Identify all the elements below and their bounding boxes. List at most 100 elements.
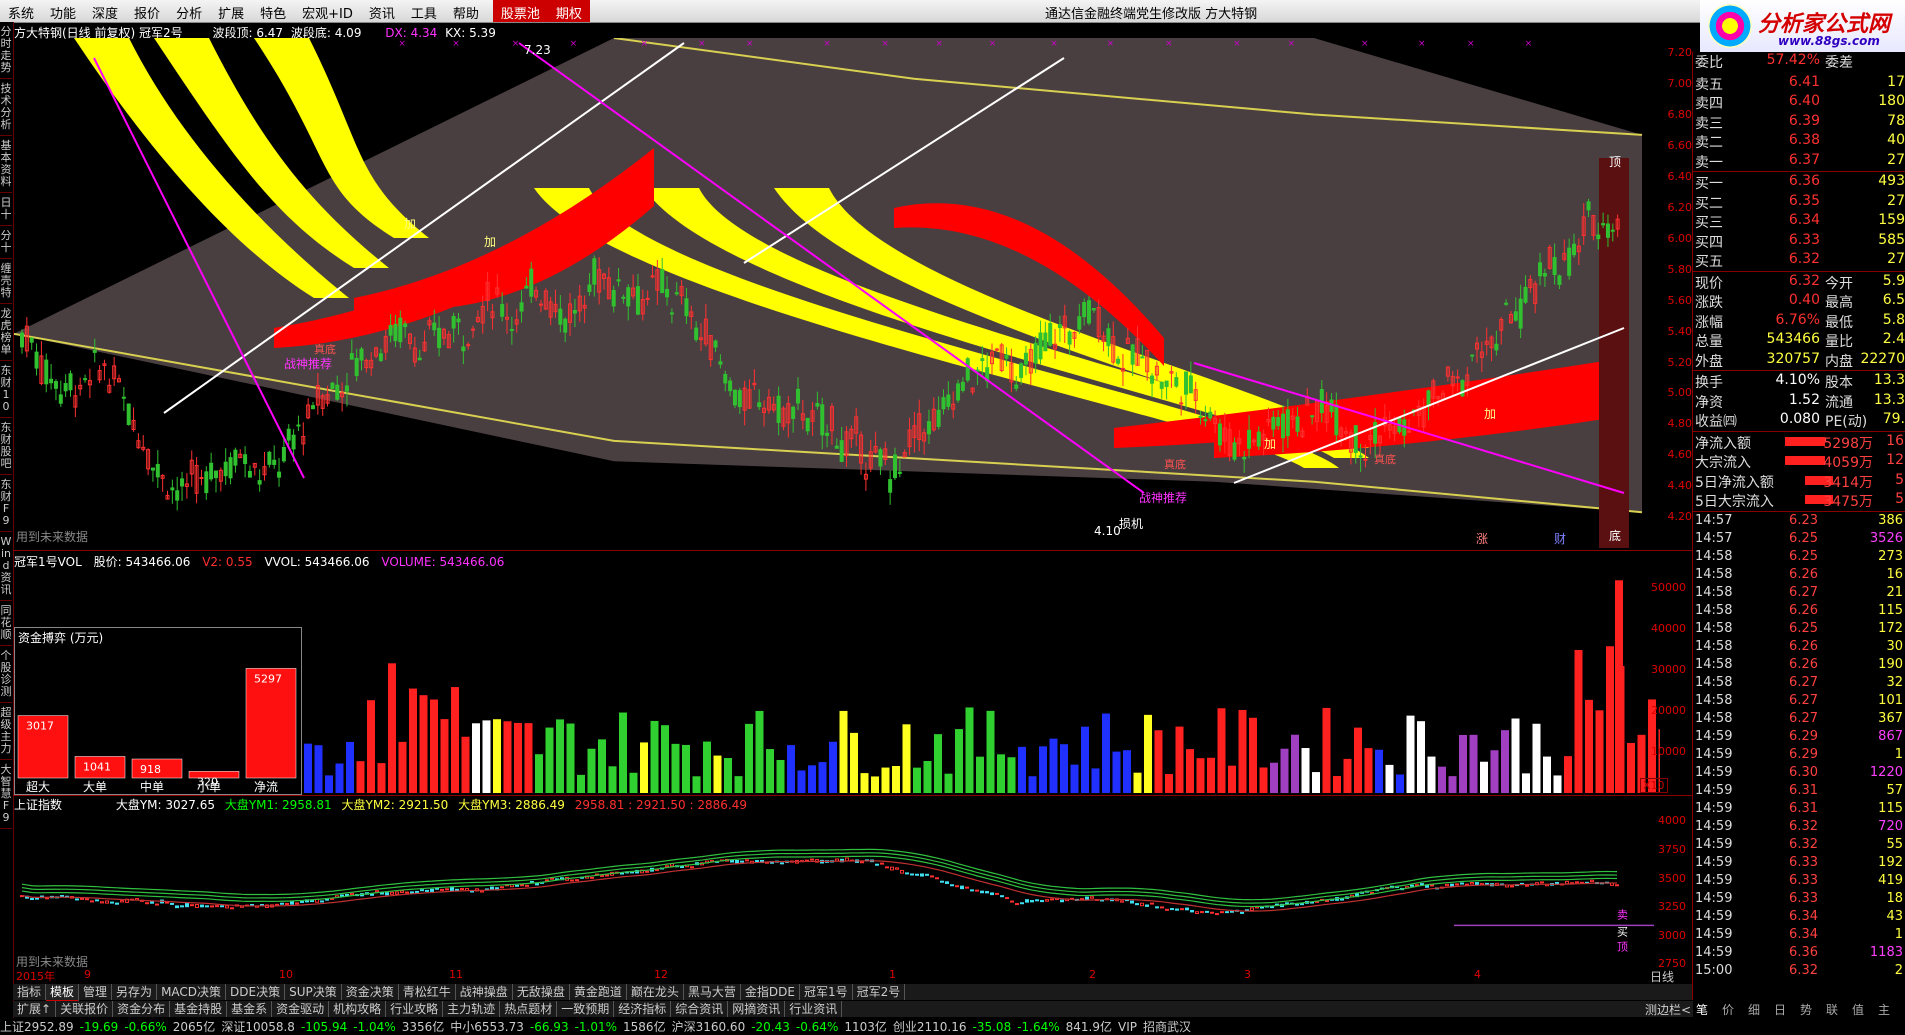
left-tab-12[interactable]: 个股诊测 [0, 646, 12, 703]
extension-tab-1[interactable]: 关联报价 [56, 1001, 114, 1017]
left-tab-1[interactable]: 技术分析 [0, 79, 12, 136]
stat-row-3-value2: 2.4 [1882, 331, 1905, 347]
menu-highlight-1[interactable]: 期权 [547, 0, 590, 22]
menu-item-8[interactable]: 资讯 [361, 0, 403, 22]
left-tab-7[interactable]: 东财10 [0, 361, 12, 418]
left-tab-14[interactable]: 大智慧F9 [0, 760, 12, 829]
quote-tab-3[interactable]: 日 [1774, 1001, 1786, 1018]
volume-bar [692, 776, 701, 793]
formula-tab-12[interactable]: 巅在龙头 [627, 984, 684, 1000]
index-candle [780, 862, 784, 865]
bid-row-4-value2: 27 [1887, 251, 1905, 267]
index-candle [460, 887, 464, 890]
formula-tab-10[interactable]: 无敌操盘 [513, 984, 570, 1000]
left-tab-6[interactable]: 龙虎榜单 [0, 304, 12, 361]
extension-tab-12[interactable]: 综合资讯 [671, 1001, 729, 1017]
menu-item-10[interactable]: 帮助 [445, 0, 487, 22]
extension-tab-6[interactable]: 机构攻略 [329, 1001, 387, 1017]
volume-bar [850, 732, 858, 793]
left-tab-4[interactable]: 分十 [0, 226, 12, 259]
index-candle [1180, 908, 1184, 911]
quote-tab-1[interactable]: 价 [1722, 1001, 1734, 1018]
menu-item-9[interactable]: 工具 [403, 0, 445, 22]
tick-vol-1: 3526 [1869, 530, 1903, 546]
extension-tab-14[interactable]: 行业资讯 [785, 1001, 843, 1017]
extension-tab-7[interactable]: 行业攻略 [386, 1001, 444, 1017]
index-chart[interactable]: 卖买顶 [14, 810, 1660, 970]
price-chart[interactable]: 7.234.10损机顶底涨 财战神推荐战神推荐加加加加真底真底 真底× × × × × × × ×… [14, 38, 1660, 548]
candle-body [1023, 352, 1028, 365]
volume-bar [1175, 726, 1184, 793]
formula-tab-3[interactable]: 另存为 [112, 984, 158, 1000]
candle-body [296, 424, 301, 427]
menu-item-7[interactable]: 宏观+ID [294, 0, 361, 22]
formula-tab-4[interactable]: MACD决策 [157, 984, 227, 1000]
formula-tab-11[interactable]: 黄金跑道 [570, 984, 627, 1000]
status-item-2: -0.66% [124, 1020, 167, 1034]
daily-period-button[interactable]: 日线 [1650, 968, 1674, 985]
menu-item-4[interactable]: 分析 [168, 0, 210, 22]
left-tab-3[interactable]: 日十 [0, 193, 12, 226]
menu-item-0[interactable]: 系统 [0, 0, 42, 22]
quote-tab-6[interactable]: 值 [1852, 1001, 1864, 1018]
left-tab-13[interactable]: 超级主力 [0, 703, 12, 760]
right-scroll-label[interactable]: 测边栏< [1645, 1001, 1691, 1018]
menu-item-6[interactable]: 特色 [252, 0, 294, 22]
formula-tab-0[interactable]: 指标 [13, 984, 47, 1000]
extension-tab-10[interactable]: 一致预期 [557, 1001, 615, 1017]
candle-body [223, 461, 228, 477]
formula-tab-7[interactable]: 资金决策 [342, 984, 399, 1000]
quote-tab-2[interactable]: 细 [1748, 1001, 1760, 1018]
extension-tab-5[interactable]: 资金驱动 [272, 1001, 330, 1017]
candle-body [1247, 429, 1252, 449]
extension-tab-2[interactable]: 资金分布 [113, 1001, 171, 1017]
quote-tab-5[interactable]: 联 [1826, 1001, 1838, 1018]
left-tab-5[interactable]: 缠壳特 [0, 259, 12, 304]
extension-tab-3[interactable]: 基金持股 [170, 1001, 228, 1017]
formula-tab-6[interactable]: SUP决策 [285, 984, 342, 1000]
menu-item-3[interactable]: 报价 [126, 0, 168, 22]
menu-highlight-0[interactable]: 股票池 [492, 0, 548, 22]
menu-item-1[interactable]: 功能 [42, 0, 84, 22]
index-candle [1430, 884, 1434, 887]
left-tab-9[interactable]: 东财F9 [0, 475, 12, 532]
formula-tab-9[interactable]: 战神操盘 [456, 984, 513, 1000]
zhang-label: 涨 [1476, 531, 1488, 546]
left-tab-11[interactable]: 同花顺 [0, 601, 12, 646]
menu-item-2[interactable]: 深度 [84, 0, 126, 22]
x10-button[interactable]: X10 [1640, 778, 1668, 793]
formula-tab-14[interactable]: 金指DDE [741, 984, 800, 1000]
quote-tab-0[interactable]: 笔 [1696, 1001, 1708, 1018]
formula-tab-1[interactable]: 模板 [46, 984, 80, 1002]
extension-tab-4[interactable]: 基金系 [227, 1001, 273, 1017]
formula-tab-5[interactable]: DDE决策 [226, 984, 286, 1000]
quote-tab-4[interactable]: 势 [1800, 1001, 1812, 1018]
extension-tab-13[interactable]: 网摘资讯 [728, 1001, 786, 1017]
formula-tab-15[interactable]: 冠军1号 [800, 984, 853, 1000]
top-cross-marker: × [1361, 39, 1369, 49]
left-tab-8[interactable]: 东财股吧 [0, 418, 12, 475]
tick-row-13: 14:59 6.29 1 [1693, 747, 1905, 765]
price-axis: 7.20 7.00 6.80 6.60 6.40 6.20 6.00 5.80 5.60 5.40… [1660, 38, 1693, 548]
volume-bar [1490, 750, 1499, 793]
extension-tab-8[interactable]: 主力轨迹 [443, 1001, 501, 1017]
extension-tab-0[interactable]: 扩展↑ [13, 1001, 57, 1017]
index-x-label-0: 2015年 [16, 970, 55, 983]
tick-price-16: 6.31 [1789, 800, 1818, 816]
menu-item-5[interactable]: 扩展 [210, 0, 252, 22]
left-tab-10[interactable]: Wind资讯 [0, 532, 12, 601]
candle-body [1048, 323, 1053, 346]
formula-tab-16[interactable]: 冠军2号 [853, 984, 906, 1000]
extension-tab-9[interactable]: 热点题材 [500, 1001, 558, 1017]
formula-tab-2[interactable]: 管理 [79, 984, 113, 1000]
formula-tab-8[interactable]: 青松红牛 [399, 984, 456, 1000]
candle-body [1256, 431, 1261, 447]
top-cross-marker: × [1418, 39, 1426, 49]
quote-tab-7[interactable]: 主 [1878, 1001, 1890, 1018]
formula-tab-13[interactable]: 黑马大营 [684, 984, 741, 1000]
left-tab-2[interactable]: 基本资料 [0, 136, 12, 193]
extension-tab-11[interactable]: 经济指标 [614, 1001, 672, 1017]
volume-bar [818, 762, 827, 793]
left-tab-0[interactable]: 分时走势 [0, 22, 12, 79]
tick-row-2: 14:58 6.25 273 [1693, 549, 1905, 567]
